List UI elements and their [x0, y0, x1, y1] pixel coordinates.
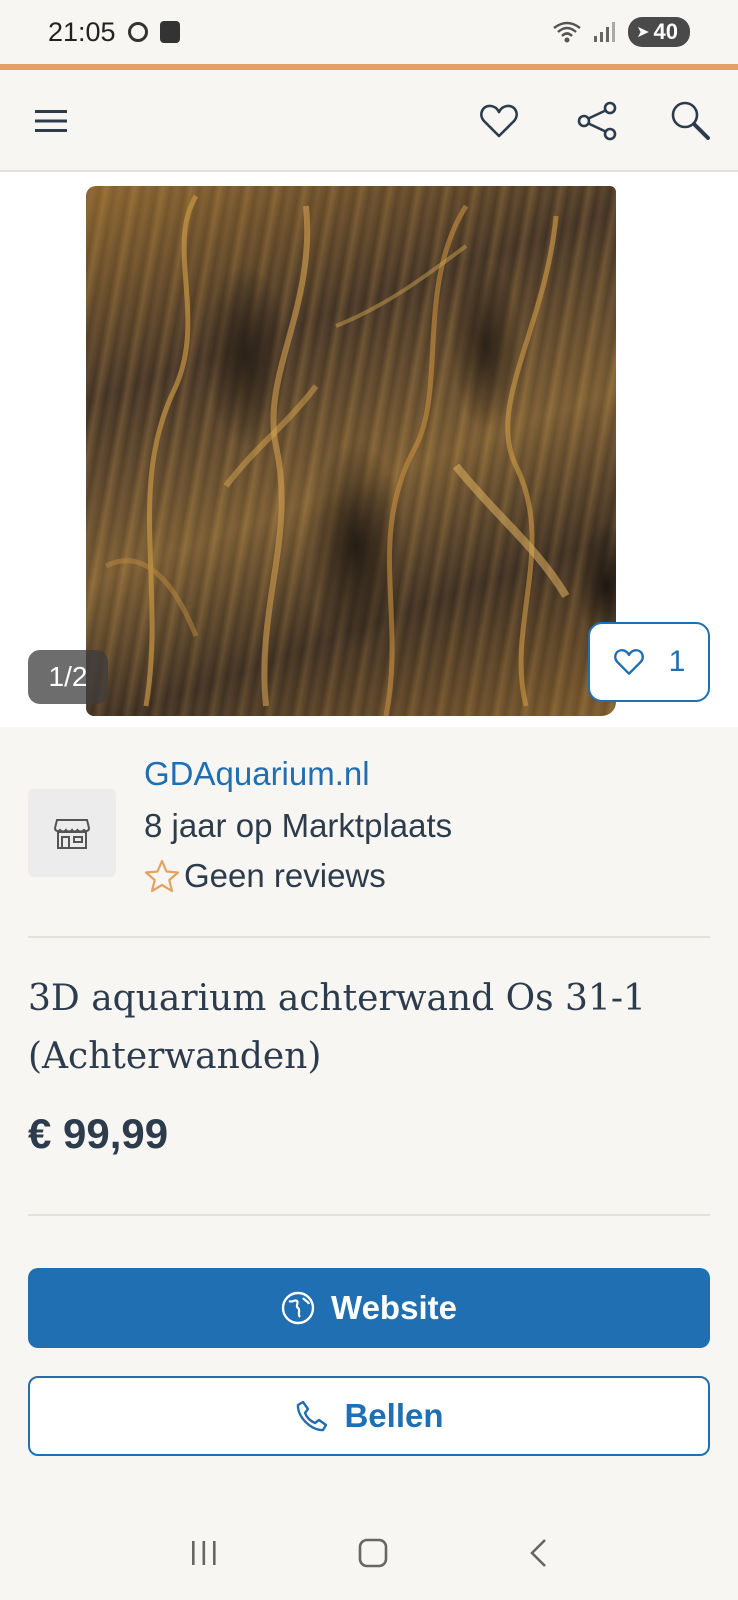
listing-price: € 99,99	[28, 1110, 169, 1157]
search-icon	[671, 101, 710, 140]
star-icon	[144, 859, 180, 893]
reviews-label: Geen reviews	[184, 857, 386, 894]
wifi-icon	[553, 21, 581, 43]
system-nav-bar	[0, 1510, 738, 1600]
status-right: ➤ 40	[552, 17, 690, 47]
back-button[interactable]	[527, 1537, 549, 1574]
rock-texture	[104, 194, 570, 716]
home-button[interactable]	[357, 1537, 389, 1574]
page: 21:05 ➤ 40 1/2 1 GDAquarium.nl 8 jaar op…	[0, 0, 738, 1600]
favorite-count: 1	[668, 645, 686, 678]
battery-level: 40	[653, 19, 678, 44]
menu-icon	[35, 110, 67, 132]
status-bar: 21:05 ➤ 40	[0, 0, 738, 64]
product-image	[86, 186, 616, 716]
image-gallery[interactable]: 1/2 1	[0, 172, 738, 727]
battery-indicator: ➤ 40	[628, 17, 690, 47]
seller-years: 8 jaar op Marktplaats	[144, 807, 453, 844]
seller-name-link[interactable]: GDAquarium.nl	[144, 755, 370, 793]
website-button[interactable]: Website	[28, 1268, 710, 1348]
signal-icon	[594, 22, 616, 42]
call-button[interactable]: Bellen	[28, 1376, 710, 1456]
notification-icon	[127, 22, 148, 42]
seller-reviews[interactable]: Geen reviews	[144, 857, 386, 895]
back-icon	[530, 1538, 546, 1567]
menu-button[interactable]	[26, 96, 76, 146]
share-button[interactable]	[572, 96, 622, 146]
share-icon	[577, 101, 617, 141]
seller-section: GDAquarium.nl 8 jaar op Marktplaats Geen…	[0, 727, 738, 937]
divider	[28, 1214, 710, 1216]
favorite-count-button[interactable]: 1	[588, 622, 710, 702]
phone-icon	[297, 1400, 328, 1432]
heart-icon	[613, 649, 644, 675]
search-button[interactable]	[666, 96, 716, 146]
seller-avatar[interactable]	[28, 789, 116, 877]
call-label: Bellen	[344, 1397, 444, 1434]
listing-title: 3D aquarium achterwand Os 31-1 (Achterwa…	[28, 978, 646, 1077]
image-counter: 1/2	[28, 650, 108, 704]
battery-saver-icon: ➤	[636, 24, 650, 41]
top-app-bar	[0, 70, 738, 172]
status-left: 21:05	[48, 17, 180, 48]
globe-icon	[281, 1291, 315, 1325]
recent-apps-icon	[192, 1540, 216, 1565]
app-notification-icon	[159, 21, 180, 43]
heart-icon	[480, 104, 518, 138]
recent-apps-button[interactable]	[189, 1538, 219, 1573]
shop-icon	[54, 819, 90, 849]
website-label: Website	[331, 1289, 457, 1326]
divider	[28, 936, 710, 938]
home-icon	[358, 1538, 388, 1567]
status-time: 21:05	[48, 16, 116, 47]
favorite-button[interactable]	[474, 96, 524, 146]
